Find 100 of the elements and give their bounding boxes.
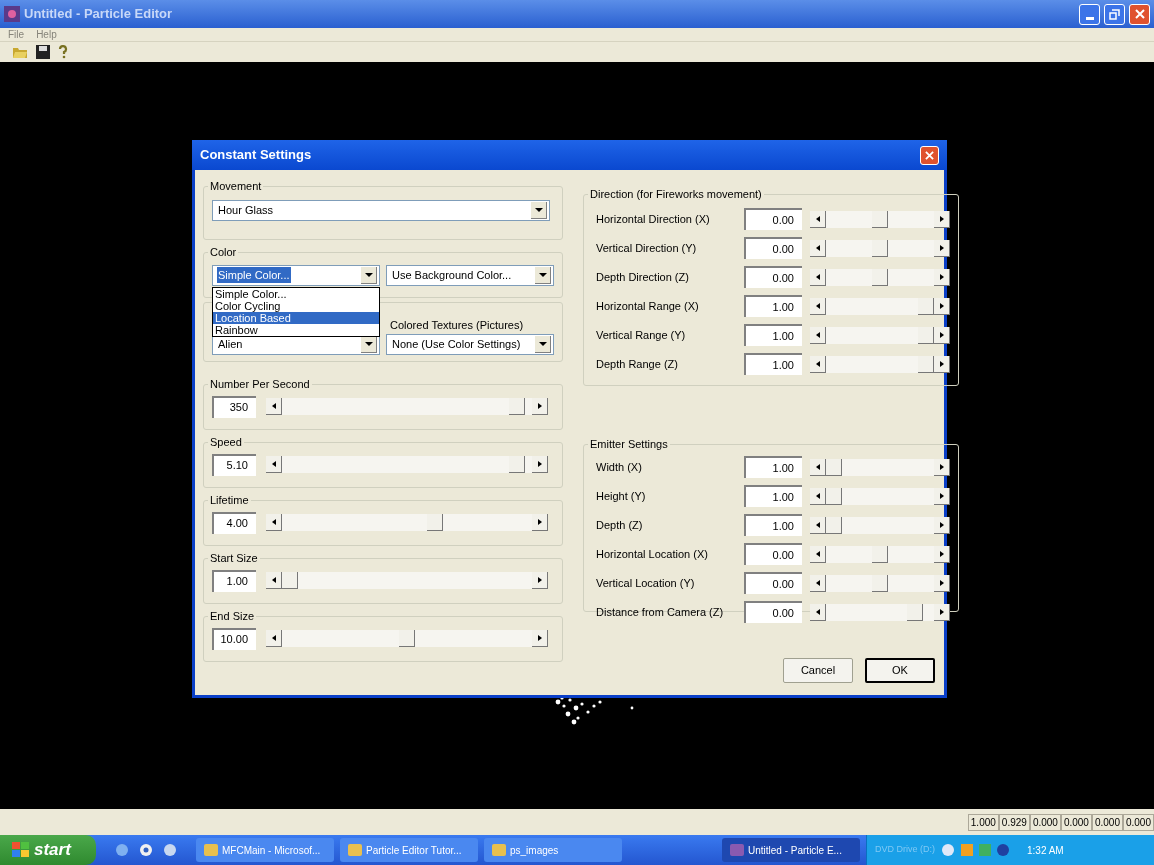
- scroll-right-button[interactable]: [934, 239, 950, 257]
- number-field[interactable]: 350: [212, 395, 256, 418]
- scroll-thumb[interactable]: [918, 297, 934, 315]
- scroll-left-button[interactable]: [810, 239, 826, 257]
- media-icon[interactable]: [138, 842, 154, 858]
- scrollbar[interactable]: [810, 458, 950, 476]
- dialog-button[interactable]: OK: [865, 658, 935, 683]
- close-button[interactable]: [920, 145, 939, 165]
- dropdown[interactable]: Use Background Color...: [386, 264, 554, 286]
- scroll-left-button[interactable]: [810, 355, 826, 373]
- scroll-thumb[interactable]: [399, 630, 415, 647]
- dropdown-option[interactable]: Location Based: [213, 312, 379, 324]
- scroll-thumb[interactable]: [872, 268, 888, 286]
- scroll-thumb[interactable]: [282, 572, 298, 589]
- scroll-thumb[interactable]: [872, 210, 888, 228]
- scrollbar[interactable]: [810, 603, 950, 621]
- scroll-right-button[interactable]: [532, 572, 548, 589]
- scroll-right-button[interactable]: [934, 487, 950, 505]
- desktop-icon[interactable]: [162, 842, 178, 858]
- scroll-left-button[interactable]: [810, 297, 826, 315]
- scroll-thumb[interactable]: [826, 487, 842, 505]
- number-field[interactable]: 0.00: [744, 208, 802, 230]
- number-field[interactable]: 0.00: [744, 266, 802, 288]
- scroll-left-button[interactable]: [810, 516, 826, 534]
- scrollbar[interactable]: [810, 487, 950, 505]
- scrollbar[interactable]: [810, 268, 950, 286]
- scroll-thumb[interactable]: [826, 516, 842, 534]
- minimize-button[interactable]: [1079, 3, 1100, 25]
- scroll-right-button[interactable]: [934, 458, 950, 476]
- number-field[interactable]: 0.00: [744, 601, 802, 623]
- taskbar-button[interactable]: Untitled - Particle E...: [722, 838, 860, 862]
- scroll-right-button[interactable]: [934, 603, 950, 621]
- scrollbar[interactable]: [266, 398, 548, 415]
- scroll-thumb[interactable]: [872, 574, 888, 592]
- scroll-left-button[interactable]: [810, 268, 826, 286]
- scroll-right-button[interactable]: [934, 297, 950, 315]
- scroll-thumb[interactable]: [906, 603, 923, 621]
- dropdown[interactable]: None (Use Color Settings): [386, 333, 554, 355]
- scroll-left-button[interactable]: [810, 326, 826, 344]
- dropdown-button[interactable]: [535, 266, 551, 284]
- scroll-left-button[interactable]: [810, 545, 826, 563]
- scroll-left-button[interactable]: [266, 572, 282, 589]
- scroll-left-button[interactable]: [810, 603, 826, 621]
- number-field[interactable]: 0.00: [744, 543, 802, 565]
- scroll-left-button[interactable]: [810, 210, 826, 228]
- browser-icon[interactable]: [114, 842, 130, 858]
- dropdown-option[interactable]: Rainbow: [213, 324, 379, 336]
- scrollbar[interactable]: [266, 572, 548, 589]
- scrollbar[interactable]: [810, 239, 950, 257]
- scroll-right-button[interactable]: [934, 574, 950, 592]
- dropdown-button[interactable]: [361, 266, 377, 284]
- scroll-thumb[interactable]: [918, 355, 934, 373]
- scroll-left-button[interactable]: [266, 630, 282, 647]
- scroll-thumb[interactable]: [508, 398, 525, 415]
- number-field[interactable]: 1.00: [744, 295, 802, 317]
- number-field[interactable]: 0.00: [744, 237, 802, 259]
- number-field[interactable]: 1.00: [744, 324, 802, 346]
- scroll-right-button[interactable]: [532, 398, 548, 415]
- scroll-thumb[interactable]: [427, 514, 444, 531]
- scroll-left-button[interactable]: [266, 456, 282, 473]
- scroll-thumb[interactable]: [826, 458, 842, 476]
- scrollbar[interactable]: [810, 574, 950, 592]
- scroll-left-button[interactable]: [266, 514, 282, 531]
- number-field[interactable]: 5.10: [212, 453, 256, 476]
- scroll-right-button[interactable]: [934, 516, 950, 534]
- scroll-left-button[interactable]: [810, 487, 826, 505]
- scroll-right-button[interactable]: [532, 630, 548, 647]
- scroll-left-button[interactable]: [266, 398, 282, 415]
- number-field[interactable]: 1.00: [744, 514, 802, 536]
- scroll-right-button[interactable]: [532, 514, 548, 531]
- number-field[interactable]: 1.00: [744, 485, 802, 507]
- scrollbar[interactable]: [810, 210, 950, 228]
- start-button[interactable]: start: [0, 835, 96, 865]
- dialog-button[interactable]: Cancel: [783, 658, 853, 683]
- help-icon[interactable]: [58, 45, 68, 59]
- scroll-left-button[interactable]: [810, 574, 826, 592]
- scroll-right-button[interactable]: [934, 210, 950, 228]
- number-field[interactable]: 1.00: [212, 569, 256, 592]
- scroll-right-button[interactable]: [934, 326, 950, 344]
- dropdown[interactable]: Simple Color...: [212, 264, 380, 286]
- scroll-right-button[interactable]: [934, 545, 950, 563]
- number-field[interactable]: 10.00: [212, 627, 256, 650]
- maximize-button[interactable]: [1104, 3, 1125, 25]
- scroll-right-button[interactable]: [934, 268, 950, 286]
- scrollbar[interactable]: [810, 355, 950, 373]
- scrollbar[interactable]: [266, 456, 548, 473]
- scroll-thumb[interactable]: [918, 326, 934, 344]
- scroll-right-button[interactable]: [532, 456, 548, 473]
- number-field[interactable]: 1.00: [744, 456, 802, 478]
- dropdown-option[interactable]: Simple Color...: [213, 288, 379, 300]
- scrollbar[interactable]: [266, 630, 548, 647]
- scrollbar[interactable]: [266, 514, 548, 531]
- close-button[interactable]: [1129, 3, 1150, 25]
- scrollbar[interactable]: [810, 516, 950, 534]
- scrollbar[interactable]: [810, 326, 950, 344]
- scroll-thumb[interactable]: [872, 239, 888, 257]
- dropdown-option[interactable]: Color Cycling: [213, 300, 379, 312]
- number-field[interactable]: 1.00: [744, 353, 802, 375]
- scrollbar[interactable]: [810, 545, 950, 563]
- dropdown-button[interactable]: [531, 201, 547, 219]
